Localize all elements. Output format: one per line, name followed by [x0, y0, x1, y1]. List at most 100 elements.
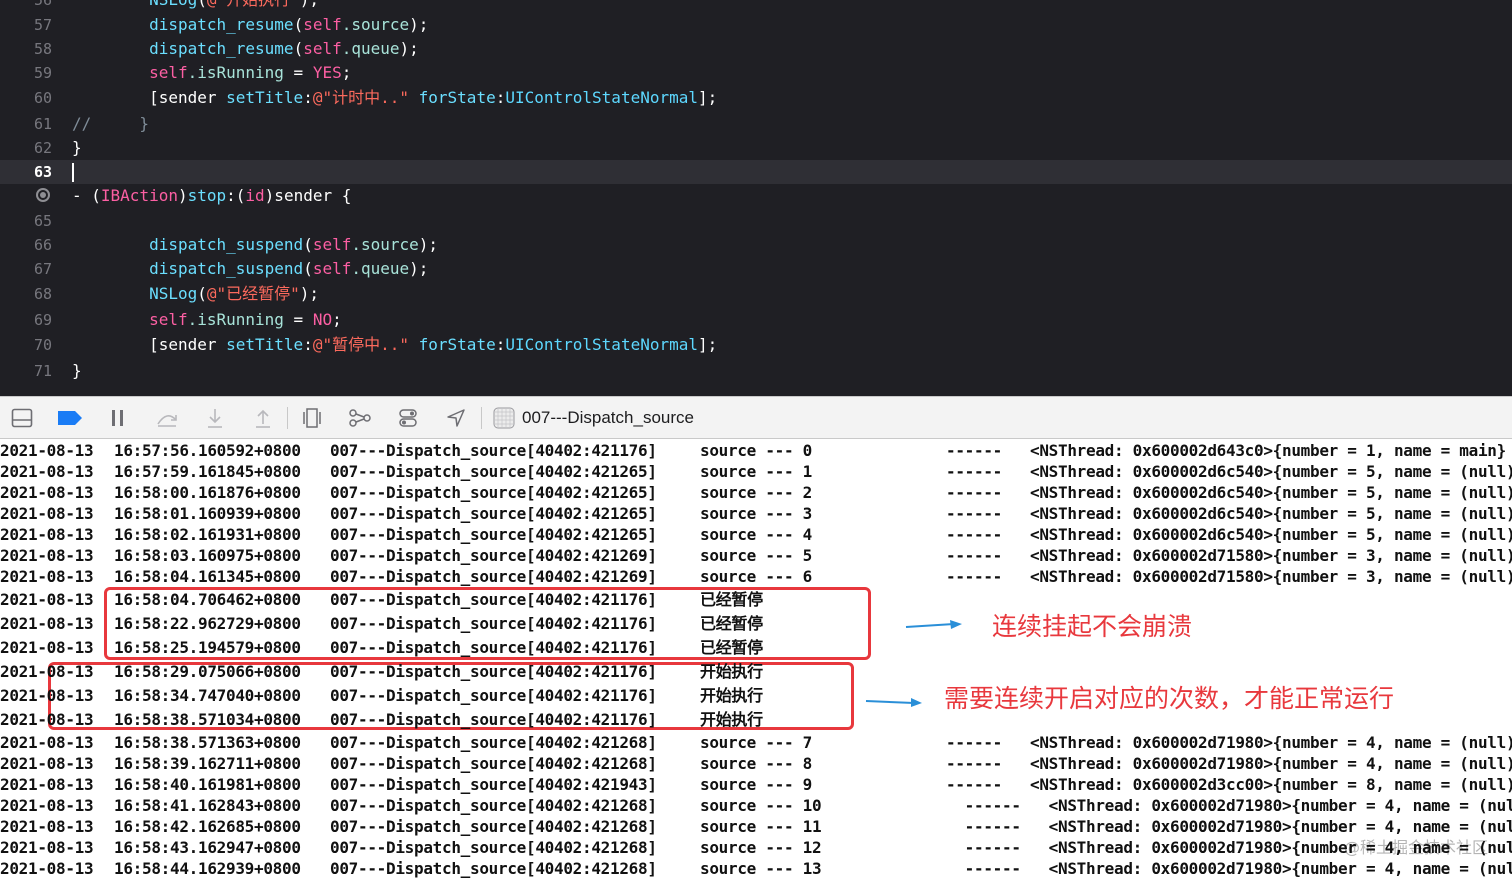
code-line[interactable]: 71} — [0, 359, 1512, 383]
code-token: = — [283, 63, 313, 82]
console-msg: source --- 12 — [700, 838, 822, 857]
memory-graph-icon[interactable] — [347, 405, 373, 431]
code-token: } — [72, 361, 82, 380]
view-hierarchy-icon[interactable] — [299, 405, 325, 431]
console-row: 2021-08-13 16:58:04.706462+0800 007---Disp… — [0, 589, 946, 611]
code-line[interactable]: 63 — [0, 160, 1512, 184]
code-line[interactable]: 62} — [0, 136, 1512, 160]
code-line[interactable]: 66 dispatch_suspend(self.source); — [0, 233, 1512, 257]
code-token: .source — [341, 15, 410, 34]
console-time: 16:58:04.161345+0800 — [114, 567, 301, 586]
console-row: 2021-08-13 16:58:01.160939+0800 007---Disp… — [0, 503, 1512, 525]
code-token: forState — [418, 335, 496, 354]
code-line[interactable]: 67 dispatch_suspend(self.queue); — [0, 257, 1512, 281]
code-line[interactable]: 58 dispatch_resume(self.queue); — [0, 37, 1512, 61]
annotation-resume: 需要连续开启对应的次数，才能正常运行 — [944, 684, 1395, 713]
console-msg: 已经暂停 — [700, 638, 763, 657]
simulate-location-icon[interactable] — [443, 405, 469, 431]
code-token: : — [495, 88, 506, 107]
console-msg: source --- 6 — [700, 567, 812, 586]
code-token: ]; — [698, 335, 718, 354]
step-out-icon[interactable] — [250, 405, 276, 431]
console-thread: ------ <NSThread: 0x600002d643c0>{number… — [946, 441, 1506, 460]
code-token: @"开始执行" — [207, 0, 300, 9]
console-msg: source --- 10 — [700, 796, 822, 815]
code-token: ); — [409, 15, 429, 34]
debug-toolbar: 007---Dispatch_source — [0, 396, 1512, 439]
console-thread: ------ <NSThread: 0x600002d71580>{number… — [946, 546, 1512, 565]
code-token: ); — [409, 259, 429, 278]
code-token: } — [72, 138, 82, 157]
code-token: @"计时中.." — [312, 88, 409, 107]
console-thread: ------ <NSThread: 0x600002d71980>{number… — [946, 754, 1512, 773]
console-msg: source --- 7 — [700, 733, 812, 752]
console-proc: 007---Dispatch_source[40402:421176] — [330, 662, 657, 681]
console-date: 2021-08-13 — [0, 838, 94, 857]
console-msg: source --- 1 — [700, 462, 812, 481]
line-number: 70 — [33, 336, 52, 354]
code-line[interactable]: 60 [sender setTitle:@"计时中.." forState:UI… — [0, 86, 1512, 110]
code-text: dispatch_resume(self.source); — [72, 13, 428, 37]
line-number: 68 — [33, 285, 52, 303]
code-line[interactable]: 65 — [0, 209, 1512, 233]
console-output[interactable]: 连续挂起不会崩溃 需要连续开启对应的次数，才能正常运行 @稀土掘金技术社区 20… — [0, 439, 1512, 880]
console-proc: 007---Dispatch_source[40402:421176] — [330, 590, 657, 609]
code-token: self — [149, 310, 188, 329]
environment-overrides-icon[interactable] — [395, 405, 421, 431]
code-line[interactable]: 56 NSLog(@"开始执行"); — [0, 0, 1512, 12]
line-number: 60 — [33, 89, 52, 107]
console-time: 16:57:59.161845+0800 — [114, 462, 301, 481]
console-proc: 007---Dispatch_source[40402:421176] — [330, 710, 657, 729]
console-row: 2021-08-13 16:58:00.161876+0800 007---Disp… — [0, 482, 1512, 504]
console-msg: source --- 0 — [700, 441, 812, 460]
console-date: 2021-08-13 — [0, 775, 94, 794]
step-over-icon[interactable] — [154, 405, 180, 431]
breakpoint-icon[interactable] — [36, 188, 50, 202]
code-token: :( — [226, 186, 246, 205]
code-token: self — [312, 259, 352, 278]
target-app-icon[interactable] — [491, 405, 517, 431]
code-text: } — [72, 359, 82, 383]
console-row: 2021-08-13 16:58:02.161931+0800 007---Disp… — [0, 524, 1512, 546]
line-number: 59 — [33, 64, 52, 82]
console-row: 2021-08-13 16:58:41.162843+0800 007---Disp… — [0, 795, 1512, 817]
code-token: NSLog — [149, 284, 198, 303]
code-editor[interactable]: 56 NSLog(@"开始执行");57 dispatch_resume(sel… — [0, 0, 1512, 396]
code-line[interactable]: 68 NSLog(@"已经暂停"); — [0, 282, 1512, 306]
code-token: dispatch_resume — [149, 15, 294, 34]
console-time: 16:58:38.571363+0800 — [114, 733, 301, 752]
console-date: 2021-08-13 — [0, 546, 94, 565]
code-text: NSLog(@"已经暂停"); — [72, 282, 319, 306]
code-token: ); — [300, 0, 319, 9]
console-proc: 007---Dispatch_source[40402:421176] — [330, 614, 657, 633]
code-line[interactable]: 61 // } — [0, 112, 1512, 136]
console-proc: 007---Dispatch_source[40402:421176] — [330, 441, 657, 460]
console-proc: 007---Dispatch_source[40402:421265] — [330, 504, 657, 523]
code-text: [sender setTitle:@"计时中.." forState:UICon… — [72, 86, 717, 110]
code-line[interactable]: 70 [sender setTitle:@"暂停中.." forState:UI… — [0, 333, 1512, 357]
console-time: 16:58:38.571034+0800 — [114, 710, 301, 729]
pause-icon[interactable] — [105, 405, 131, 431]
code-line[interactable]: - (IBAction)stop:(id)sender { — [0, 184, 1512, 208]
code-token: NSLog — [149, 0, 197, 9]
console-row: 2021-08-13 16:58:03.160975+0800 007---Disp… — [0, 545, 1512, 567]
code-line[interactable]: 57 dispatch_resume(self.source); — [0, 13, 1512, 37]
step-into-icon[interactable] — [202, 405, 228, 431]
code-text: } — [72, 136, 82, 160]
hide-debug-area-icon[interactable] — [9, 405, 35, 431]
console-thread: ------ <NSThread: 0x600002d6c540>{number… — [946, 483, 1512, 502]
code-line[interactable]: 69 self.isRunning = NO; — [0, 308, 1512, 332]
breakpoints-toggle-icon[interactable] — [57, 405, 83, 431]
console-msg: source --- 11 — [700, 817, 822, 836]
code-line[interactable]: 59 self.isRunning = YES; — [0, 61, 1512, 85]
console-msg: source --- 5 — [700, 546, 812, 565]
code-token: .source — [351, 235, 419, 254]
code-text: self.isRunning = YES; — [72, 61, 351, 85]
line-number: 67 — [33, 260, 52, 278]
console-proc: 007---Dispatch_source[40402:421269] — [330, 546, 657, 565]
